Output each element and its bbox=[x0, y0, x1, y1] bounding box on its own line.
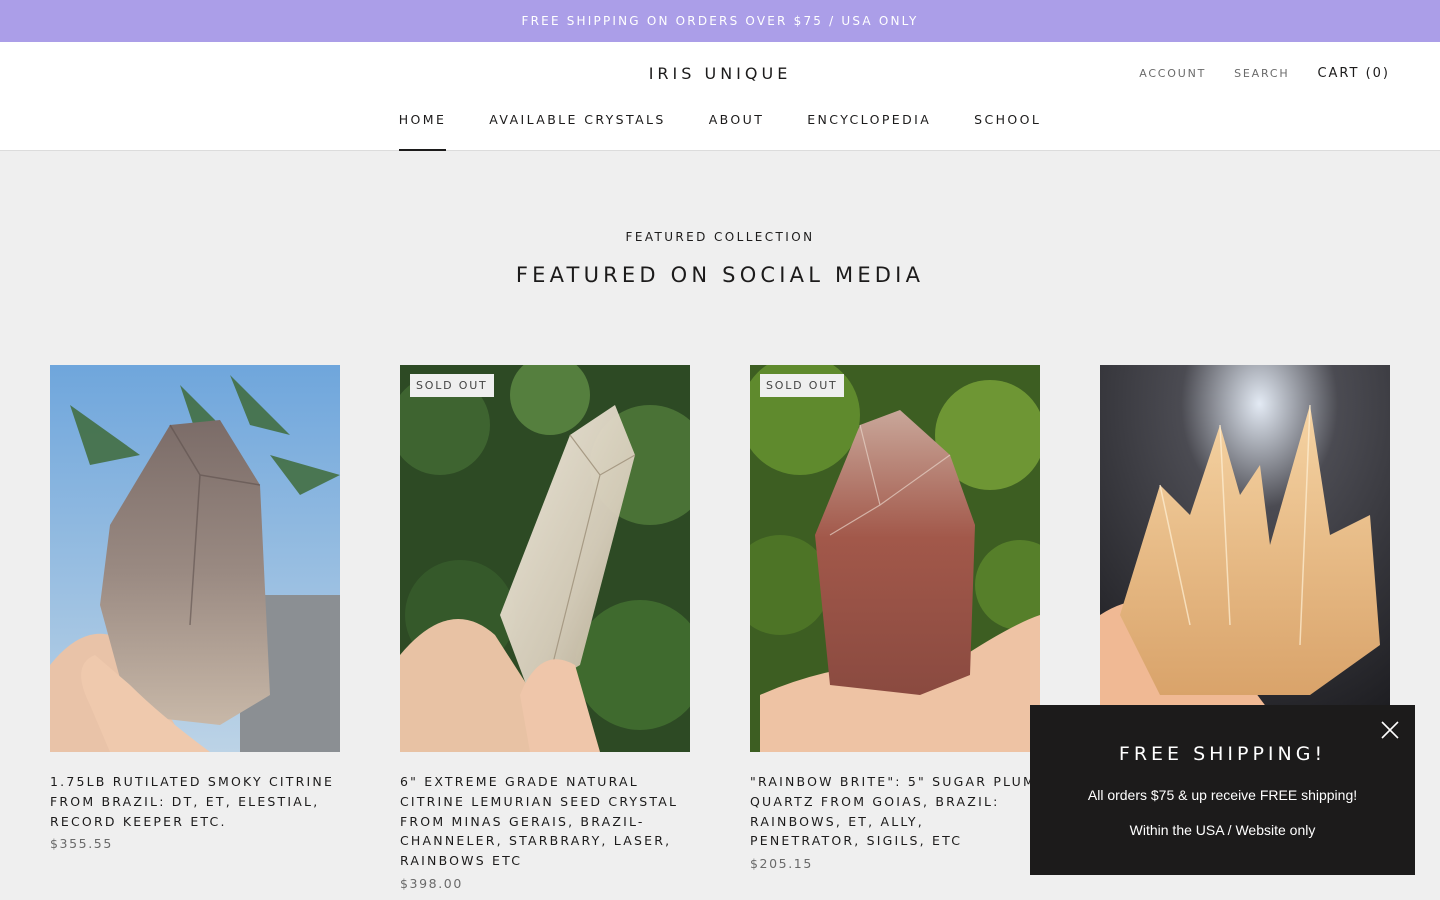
nav-available-crystals[interactable]: AVAILABLE CRYSTALS bbox=[489, 112, 665, 151]
nav-school[interactable]: SCHOOL bbox=[974, 112, 1041, 151]
popup-heading: FREE SHIPPING! bbox=[1118, 743, 1327, 765]
product-title[interactable]: "RAINBOW BRITE": 5" SUGAR PLUM QUARTZ FR… bbox=[750, 772, 1040, 851]
nav-home[interactable]: HOME bbox=[398, 112, 447, 151]
cart-link[interactable]: CART (0) bbox=[1317, 66, 1390, 81]
close-icon[interactable] bbox=[1381, 721, 1399, 739]
nav-encyclopedia[interactable]: ENCYCLOPEDIA bbox=[807, 112, 931, 151]
product-image[interactable]: SOLD OUT bbox=[400, 365, 690, 752]
free-shipping-popup: FREE SHIPPING! All orders $75 & up recei… bbox=[1030, 705, 1415, 875]
section-eyebrow: FEATURED COLLECTION bbox=[625, 230, 815, 244]
product-card[interactable]: SOLD OUT "RAINBOW BRITE": 5" SUGAR PLUM … bbox=[750, 365, 1040, 891]
product-card[interactable]: 1.75LB RUTILATED SMOKY CITRINE FROM BRAZ… bbox=[50, 365, 340, 891]
site-logo[interactable]: IRIS UNIQUE bbox=[649, 64, 792, 83]
sold-out-badge: SOLD OUT bbox=[760, 374, 844, 397]
main-nav: HOME AVAILABLE CRYSTALS ABOUT ENCYCLOPED… bbox=[0, 112, 1440, 151]
announcement-bar: FREE SHIPPING ON ORDERS OVER $75 / USA O… bbox=[0, 0, 1440, 42]
product-image[interactable]: SOLD OUT bbox=[750, 365, 1040, 752]
product-price: $398.00 bbox=[400, 875, 463, 891]
smoky-citrine-photo bbox=[50, 365, 340, 752]
sold-out-badge: SOLD OUT bbox=[410, 374, 494, 397]
product-price: $355.55 bbox=[50, 836, 113, 852]
product-card[interactable]: SOLD OUT 6" EXTREME GRADE NATURAL CITRIN… bbox=[400, 365, 690, 891]
product-title[interactable]: 1.75LB RUTILATED SMOKY CITRINE FROM BRAZ… bbox=[50, 772, 340, 831]
site-header: IRIS UNIQUE ACCOUNT SEARCH CART (0) HOME… bbox=[0, 42, 1440, 151]
lemurian-seed-photo bbox=[400, 365, 690, 752]
popup-line-2: Within the USA / Website only bbox=[1129, 822, 1316, 838]
announcement-text: FREE SHIPPING ON ORDERS OVER $75 / USA O… bbox=[521, 14, 919, 28]
section-title: FEATURED ON SOCIAL MEDIA bbox=[515, 263, 925, 287]
citrine-cluster-photo bbox=[1100, 365, 1390, 752]
featured-collection-header: FEATURED COLLECTION FEATURED ON SOCIAL M… bbox=[0, 230, 1440, 287]
popup-line-1: All orders $75 & up receive FREE shippin… bbox=[1087, 787, 1358, 803]
account-link[interactable]: ACCOUNT bbox=[1139, 67, 1206, 80]
product-image[interactable] bbox=[1100, 365, 1390, 752]
nav-about[interactable]: ABOUT bbox=[709, 112, 765, 151]
header-utilities: ACCOUNT SEARCH CART (0) bbox=[1139, 66, 1390, 81]
sugar-plum-quartz-photo bbox=[750, 365, 1040, 752]
product-price: $205.15 bbox=[750, 856, 813, 872]
product-image[interactable] bbox=[50, 365, 340, 752]
product-title[interactable]: 6" EXTREME GRADE NATURAL CITRINE LEMURIA… bbox=[400, 772, 690, 871]
search-link[interactable]: SEARCH bbox=[1234, 67, 1289, 80]
